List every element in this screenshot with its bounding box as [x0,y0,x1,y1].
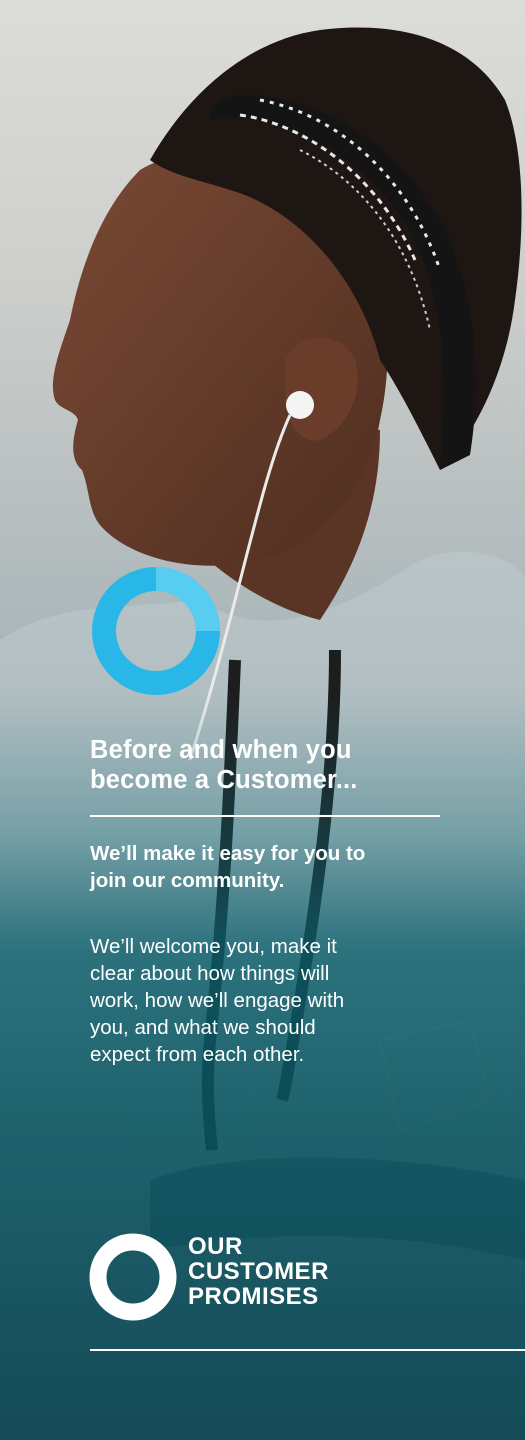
subheading-line: We’ll make it easy for you to [90,842,366,865]
brand-wordmark: OUR CUSTOMER PROMISES [188,1235,329,1310]
heading-line: become a Customer... [90,766,358,794]
body-line: We’ll welcome you, make it [90,935,337,958]
body-line: you, and what we should [90,1016,316,1039]
body-line: clear about how things will [90,962,330,985]
progress-ring-segment [155,567,220,632]
body-text: We’ll welcome you, make it clear about h… [90,933,450,1068]
body-line: expect from each other. [90,1043,305,1066]
ring-logo-icon [89,1233,177,1321]
heading: Before and when you become a Customer... [90,735,450,795]
poster: Before and when you become a Customer...… [0,0,525,1440]
subheading-line: join our community. [90,869,285,892]
brand-line: PROMISES [188,1283,319,1310]
brand-line: OUR [188,1233,243,1260]
body-line: work, how we’ll engage with [90,989,345,1012]
divider-bottom [90,1349,525,1351]
brand-line: CUSTOMER [188,1258,329,1285]
teal-gradient-overlay [0,0,525,1440]
heading-line: Before and when you [90,736,352,764]
subheading: We’ll make it easy for you to join our c… [90,840,450,894]
divider-top [90,815,440,817]
progress-ring-icon [92,567,220,695]
